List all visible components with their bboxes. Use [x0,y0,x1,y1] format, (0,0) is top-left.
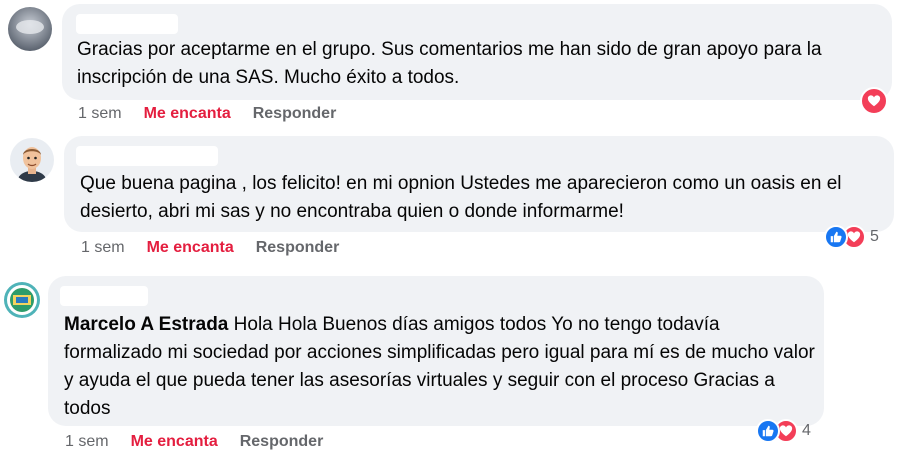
reaction-count: 4 [802,422,811,439]
author-name[interactable] [76,146,218,166]
comment-actions: 1 sem Me encanta Responder [78,103,336,125]
reaction-count: 5 [870,228,879,245]
reply-button[interactable]: Responder [253,103,337,125]
like-icon [824,225,848,249]
comment-time[interactable]: 1 sem [78,103,122,125]
author-name[interactable] [60,286,148,306]
comment-actions: 1 sem Me encanta Responder [81,237,339,259]
love-reaction-button[interactable]: Me encanta [144,103,231,125]
avatar[interactable] [10,138,54,182]
love-icon [860,87,888,115]
comment-text: Marcelo A Estrada Hola Hola Buenos días … [64,311,816,423]
love-reaction-button[interactable]: Me encanta [131,431,218,453]
avatar[interactable] [8,7,52,51]
like-icon [756,419,780,443]
reply-button[interactable]: Responder [256,237,340,259]
reply-button[interactable]: Responder [240,431,324,453]
reaction-summary[interactable] [860,87,888,115]
reaction-summary[interactable]: 5 [824,224,879,250]
mention-link[interactable]: Marcelo A Estrada [64,314,228,335]
comment-actions: 1 sem Me encanta Responder [65,431,323,453]
comment-text: Gracias por aceptarme en el grupo. Sus c… [77,39,822,88]
comment-time[interactable]: 1 sem [81,237,125,259]
author-name[interactable] [76,14,178,34]
love-reaction-button[interactable]: Me encanta [147,237,234,259]
reaction-summary[interactable]: 4 [756,418,811,444]
comment-text: Que buena pagina , los felicito! en mi o… [80,173,842,222]
avatar[interactable] [4,282,40,318]
comment-time[interactable]: 1 sem [65,431,109,453]
